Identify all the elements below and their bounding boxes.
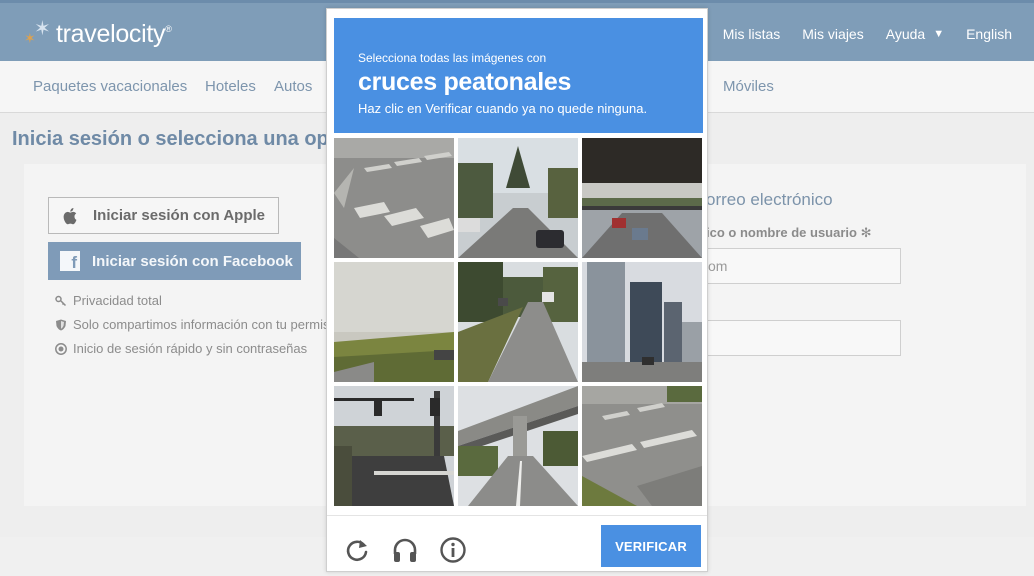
chevron-down-icon: ▼ <box>933 27 945 40</box>
captcha-hint: Haz clic en Verificar cuando ya no quede… <box>358 101 648 116</box>
facebook-signin-label: Iniciar sesión con Facebook <box>92 252 293 270</box>
subnav-moviles[interactable]: Móviles <box>723 78 774 95</box>
captcha-tile-8[interactable] <box>458 386 578 506</box>
subnav-autos[interactable]: Autos <box>274 78 312 95</box>
required-asterisk: ✻ <box>860 225 872 240</box>
captcha-image-grid <box>334 138 703 508</box>
captcha-tile-2[interactable] <box>458 138 578 258</box>
nav-english[interactable]: English <box>966 26 1012 42</box>
captcha-tile-6[interactable] <box>582 262 702 382</box>
logo-trademark: ® <box>165 24 172 34</box>
captcha-challenge: Selecciona todas las imágenes con cruces… <box>326 8 708 572</box>
feature-quick: Inicio de sesión rápido y sin contraseña… <box>55 341 307 356</box>
feature-sharing: Solo compartimos información con tu perm… <box>55 317 330 332</box>
nav-ayuda[interactable]: Ayuda ▼ <box>886 26 944 42</box>
reload-icon[interactable] <box>343 536 371 564</box>
key-icon <box>55 295 67 306</box>
captcha-tile-4[interactable] <box>334 262 454 382</box>
subnav-paquetes[interactable]: Paquetes vacacionales <box>33 78 187 95</box>
target-icon <box>55 342 67 355</box>
captcha-tile-1[interactable] <box>334 138 454 258</box>
audio-headphones-icon[interactable] <box>391 536 419 564</box>
info-icon[interactable] <box>439 536 467 564</box>
facebook-signin-button[interactable]: f Iniciar sesión con Facebook <box>48 242 301 280</box>
feature-quick-label: Inicio de sesión rápido y sin contraseña… <box>73 341 308 356</box>
captcha-tile-7[interactable] <box>334 386 454 506</box>
email-signin-title: orreo electrónico <box>706 190 833 209</box>
email-field[interactable]: om <box>700 248 901 284</box>
captcha-instruction: Selecciona todas las imágenes con <box>358 51 547 65</box>
facebook-icon: f <box>60 251 80 272</box>
captcha-tile-3[interactable] <box>582 138 702 258</box>
feature-privacy-label: Privacidad total <box>73 293 162 308</box>
nav-mis-listas[interactable]: Mis listas <box>723 26 781 42</box>
feature-privacy: Privacidad total <box>55 293 162 308</box>
feature-sharing-label: Solo compartimos información con tu perm… <box>73 317 330 332</box>
password-field[interactable] <box>700 320 901 356</box>
verify-button[interactable]: VERIFICAR <box>601 525 701 567</box>
subnav-hoteles[interactable]: Hoteles <box>205 78 256 95</box>
page-title: Inicia sesión o selecciona una op <box>12 128 329 150</box>
logo-text: travelocity <box>56 19 166 48</box>
apple-signin-label: Iniciar sesión con Apple <box>93 207 265 224</box>
nav-mis-viajes[interactable]: Mis viajes <box>802 26 863 42</box>
captcha-tile-5[interactable] <box>458 262 578 382</box>
captcha-header: Selecciona todas las imágenes con cruces… <box>334 18 703 133</box>
nav-ayuda-label: Ayuda <box>885 25 926 42</box>
travelocity-logo[interactable]: ✶ ✶ travelocity ® <box>24 19 172 49</box>
captcha-target-object: cruces peatonales <box>358 68 572 96</box>
top-nav: ▼ Mis listas Mis viajes Ayuda ▼ English <box>691 3 1034 64</box>
captcha-tile-9[interactable] <box>582 386 702 506</box>
logo-star-icon: ✶ ✶ <box>24 18 51 46</box>
apple-signin-button[interactable]: Iniciar sesión con Apple <box>48 197 279 234</box>
shield-icon <box>56 319 66 330</box>
apple-icon <box>63 207 77 224</box>
email-field-label: ico o nombre de usuario ✻ <box>706 225 872 241</box>
email-field-label-text: ico o nombre de usuario <box>706 225 857 240</box>
captcha-footer: VERIFICAR <box>327 515 707 571</box>
